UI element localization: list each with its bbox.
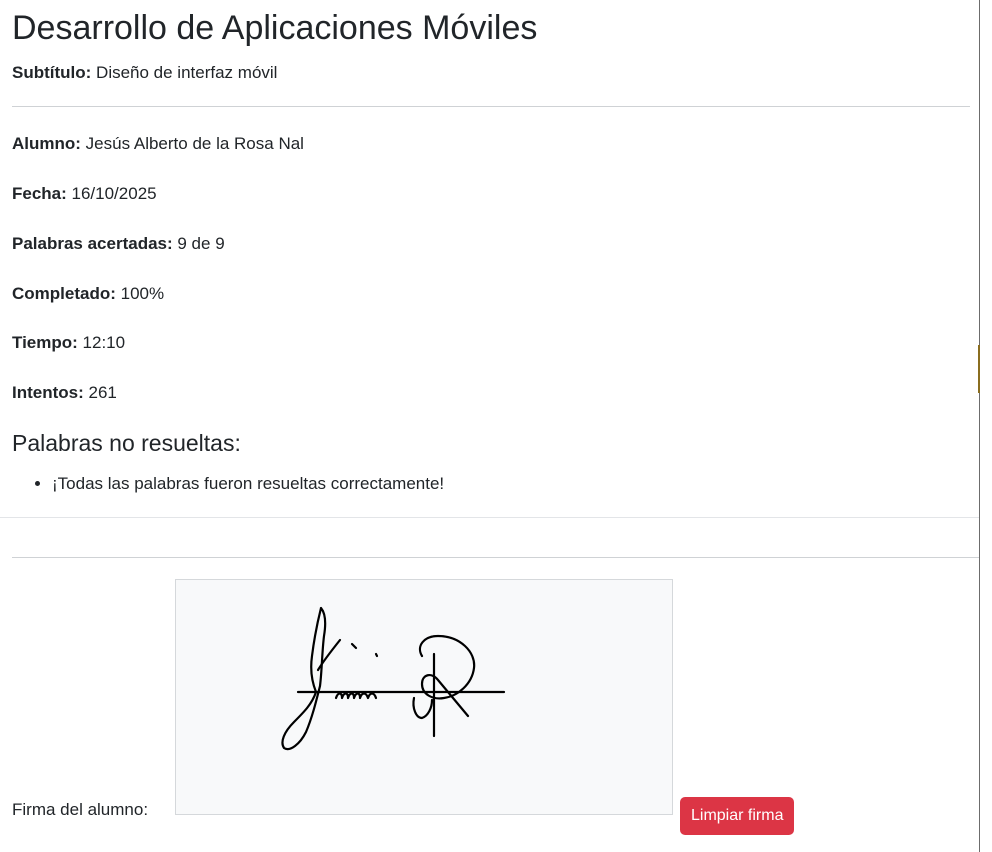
signature-stroke (334, 692, 378, 700)
window-border (979, 0, 980, 852)
signature-label: Firma del alumno: (12, 800, 149, 819)
attempts-value: 261 (83, 383, 117, 402)
signature-drawing (281, 606, 506, 751)
signature-stroke (281, 606, 327, 751)
field-words: Palabras acertadas: 9 de 9 (12, 232, 225, 256)
report-title: Desarrollo de Aplicaciones Móviles (12, 9, 538, 47)
student-value: Jesús Alberto de la Rosa Nal (80, 134, 304, 153)
date-value: 16/10/2025 (66, 184, 157, 203)
field-completed: Completado: 100% (12, 282, 164, 306)
signature-divider (12, 557, 980, 558)
signature-stroke (418, 634, 476, 718)
signature-stroke (350, 642, 358, 650)
field-date: Fecha: 16/10/2025 (12, 182, 157, 206)
signature-stroke (412, 696, 434, 720)
page: Desarrollo de Aplicaciones Móviles Subtí… (0, 0, 992, 852)
words-value: 9 de 9 (172, 234, 225, 253)
signature-stroke (374, 652, 379, 658)
field-time: Tiempo: 12:10 (12, 331, 125, 355)
subtitle-value: Diseño de interfaz móvil (91, 63, 278, 82)
header-divider (12, 106, 970, 107)
completed-value: 100% (115, 284, 165, 303)
date-label: Fecha: (12, 184, 67, 203)
time-label: Tiempo: (12, 333, 78, 352)
section-divider (0, 517, 980, 518)
attempts-label: Intentos: (12, 383, 84, 402)
subtitle-label: Subtítulo: (12, 63, 92, 82)
list-item: ¡Todas las palabras fueron resueltas cor… (52, 472, 444, 496)
unsolved-heading: Palabras no resueltas: (12, 430, 241, 456)
window-edge (980, 0, 992, 852)
words-label: Palabras acertadas: (12, 234, 173, 253)
field-attempts: Intentos: 261 (12, 381, 117, 405)
unsolved-list: ¡Todas las palabras fueron resueltas cor… (12, 472, 444, 496)
scroll-marker (978, 345, 980, 393)
field-student: Alumno: Jesús Alberto de la Rosa Nal (12, 132, 304, 156)
completed-label: Completado: (12, 284, 116, 303)
clear-signature-button[interactable]: Limpiar firma (680, 797, 795, 835)
student-label: Alumno: (12, 134, 81, 153)
time-value: 12:10 (77, 333, 126, 352)
subtitle-row: Subtítulo: Diseño de interfaz móvil (12, 61, 277, 85)
signature-canvas[interactable] (175, 579, 673, 815)
